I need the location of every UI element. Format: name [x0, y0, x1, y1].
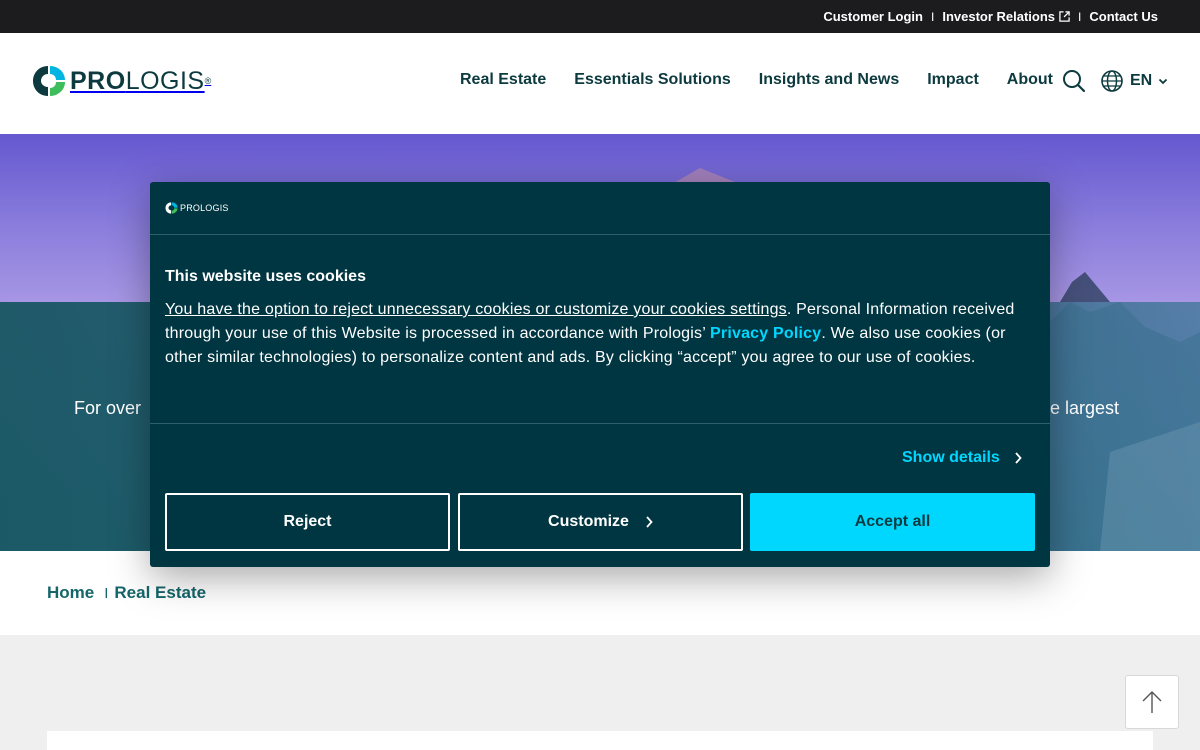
- header-tools: EN: [1062, 69, 1168, 93]
- nav-essentials-solutions[interactable]: Essentials Solutions: [574, 71, 730, 89]
- hero-description-right: e largest: [1050, 398, 1120, 418]
- investor-relations-link[interactable]: Investor Relations: [942, 9, 1070, 24]
- modal-logo-globe-icon: [165, 202, 178, 214]
- modal-logo-text: PROLOGIS: [180, 203, 229, 213]
- logo-registered-mark: ®: [204, 76, 212, 86]
- chevron-right-icon: [1015, 452, 1022, 464]
- external-link-icon: [1059, 11, 1070, 22]
- site-header: PROLOGIS ® Real Estate Essentials Soluti…: [0, 33, 1200, 134]
- breadcrumb-current[interactable]: Real Estate: [114, 583, 206, 603]
- logo-wordmark: PROLOGIS: [70, 66, 205, 95]
- breadcrumb-home[interactable]: Home: [47, 583, 94, 603]
- customer-login-link[interactable]: Customer Login: [823, 9, 923, 24]
- language-selector[interactable]: EN: [1100, 69, 1168, 93]
- customize-button[interactable]: Customize: [458, 493, 743, 551]
- chevron-down-icon: [1159, 78, 1168, 85]
- cookie-settings-link[interactable]: You have the option to reject unnecessar…: [165, 301, 787, 318]
- utility-separator: I: [1078, 9, 1082, 24]
- utility-separator: I: [930, 9, 935, 24]
- modal-divider-top: [150, 234, 1050, 235]
- contact-us-link[interactable]: Contact Us: [1089, 9, 1158, 24]
- main-nav: Real Estate Essentials Solutions Insight…: [460, 71, 1053, 89]
- content-card: [47, 731, 1153, 750]
- reject-button[interactable]: Reject: [165, 493, 450, 551]
- modal-divider-bottom: [150, 423, 1050, 424]
- globe-icon: [1101, 70, 1123, 92]
- prologis-logo[interactable]: PROLOGIS ®: [32, 65, 211, 97]
- language-label: EN: [1130, 72, 1153, 89]
- modal-prologis-logo: PROLOGIS: [165, 202, 229, 214]
- chevron-right-icon: [646, 516, 653, 528]
- show-details-label: Show details: [902, 449, 1000, 466]
- utility-bar: Customer Login I Investor Relations I Co…: [0, 0, 1200, 33]
- nav-impact[interactable]: Impact: [927, 71, 979, 89]
- hero-description-left: For over: [74, 398, 142, 418]
- search-icon[interactable]: [1062, 69, 1086, 93]
- accept-all-button[interactable]: Accept all: [750, 493, 1035, 551]
- nav-about[interactable]: About: [1007, 71, 1053, 89]
- reject-label: Reject: [283, 513, 332, 530]
- back-to-top-button[interactable]: [1125, 675, 1179, 729]
- accept-all-label: Accept all: [854, 513, 931, 530]
- show-details-button[interactable]: Show details: [902, 449, 1022, 467]
- logo-globe-icon: [33, 66, 65, 96]
- cookie-dialog-title: This website uses cookies: [165, 268, 366, 285]
- nav-real-estate[interactable]: Real Estate: [460, 71, 546, 89]
- cookie-consent-dialog: PROLOGIS This website uses cookies You h…: [150, 182, 1050, 567]
- privacy-policy-link[interactable]: Privacy Policy: [710, 325, 821, 342]
- breadcrumb-separator: I: [104, 584, 109, 602]
- arrow-up-icon: [1142, 691, 1162, 713]
- customize-label: Customize: [548, 513, 629, 530]
- nav-insights-and-news[interactable]: Insights and News: [759, 71, 899, 89]
- investor-relations-label: Investor Relations: [942, 9, 1056, 24]
- cookie-dialog-body: You have the option to reject unnecessar…: [165, 298, 1037, 370]
